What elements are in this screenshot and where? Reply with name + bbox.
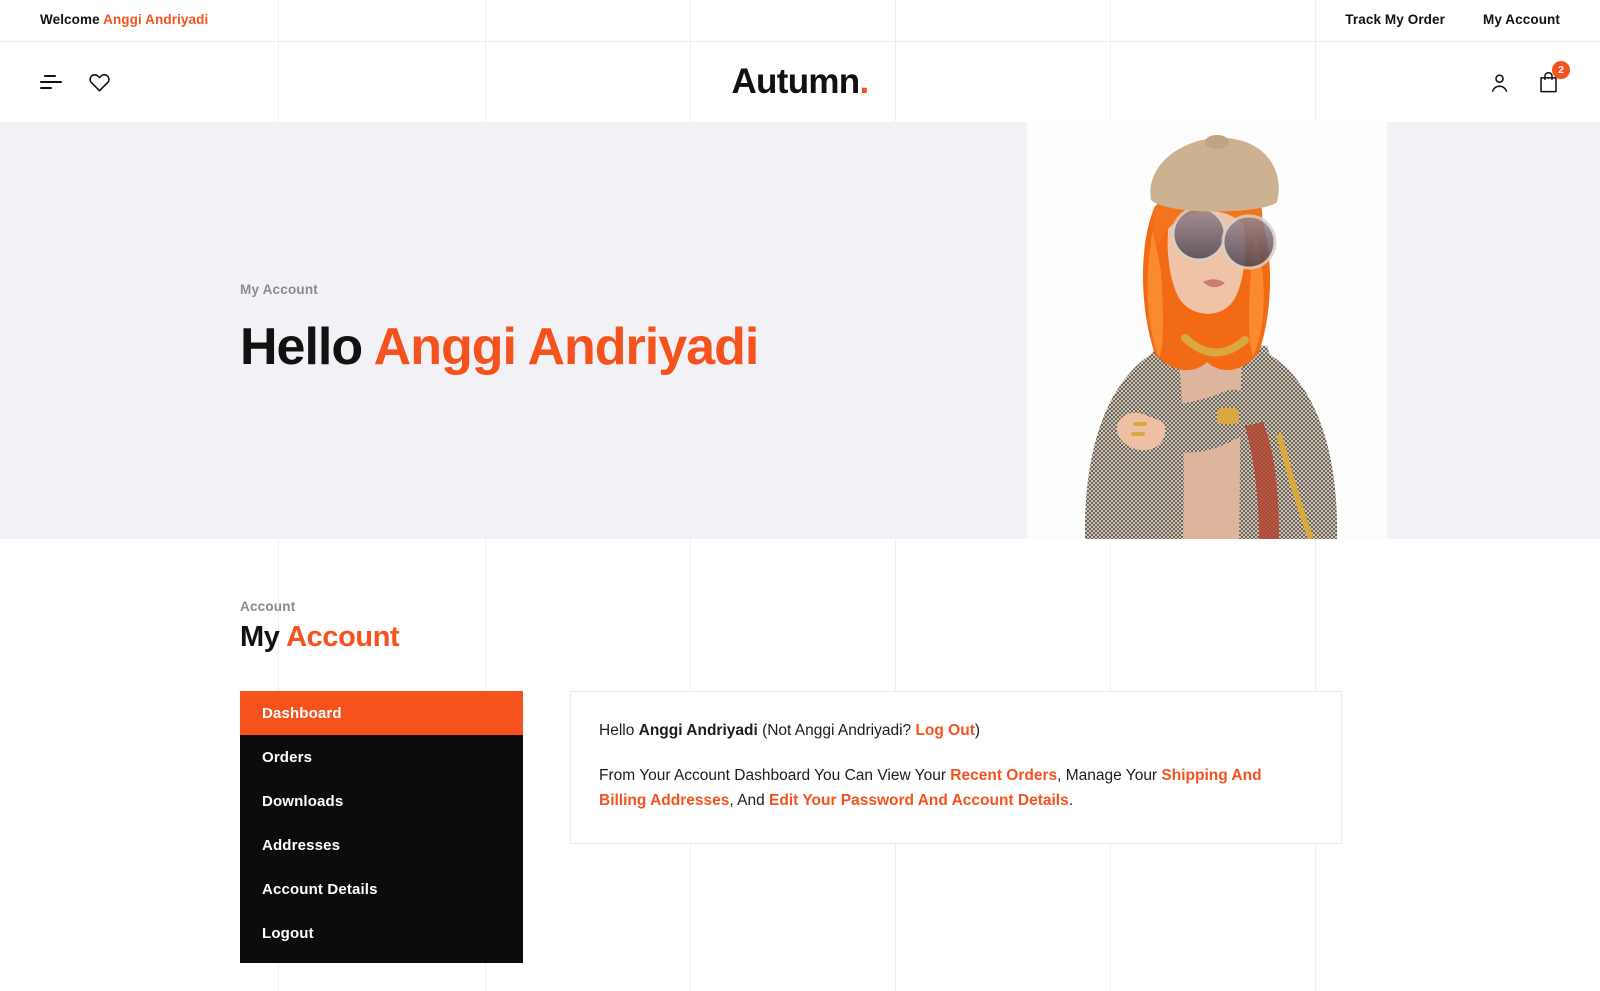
hero-greeting: Hello xyxy=(240,318,363,376)
welcome-username: Anggi Andriyadi xyxy=(103,12,209,27)
sidebar-item-account-details[interactable]: Account Details xyxy=(240,867,523,911)
track-my-order-link[interactable]: Track My Order xyxy=(1345,12,1445,27)
top-links: Track My Order My Account xyxy=(1345,12,1560,27)
cart-count-badge: 2 xyxy=(1552,61,1570,79)
greeting-username: Anggi Andriyadi xyxy=(638,722,758,739)
logo-dot: . xyxy=(859,62,869,101)
my-account-link[interactable]: My Account xyxy=(1483,12,1560,27)
greeting-not-you: (Not Anggi Andriyadi? xyxy=(757,722,916,739)
edit-password-account-details-link[interactable]: Edit Your Password And Account Details xyxy=(769,792,1069,809)
sidebar-item-addresses[interactable]: Addresses xyxy=(240,823,523,867)
account-title-accent: Account xyxy=(286,621,400,653)
dashboard-description-line: From Your Account Dashboard You Can View… xyxy=(599,763,1313,813)
account-section: Account My Account Dashboard Orders Down… xyxy=(0,539,1600,991)
greeting-close-paren: ) xyxy=(974,722,981,739)
sidebar-item-downloads[interactable]: Downloads xyxy=(240,779,523,823)
user-icon[interactable] xyxy=(1488,71,1511,94)
hero-title: Hello Anggi Andriyadi xyxy=(240,318,760,376)
dashboard-panel: Hello Anggi Andriyadi (Not Anggi Andriya… xyxy=(570,691,1342,845)
recent-orders-link[interactable]: Recent Orders xyxy=(950,767,1057,784)
logo-text: Autumn xyxy=(731,62,860,101)
top-utility-bar: Welcome Anggi Andriyadi Track My Order M… xyxy=(0,0,1600,42)
desc-part-1: From Your Account Dashboard You Can View… xyxy=(599,767,951,785)
log-out-link[interactable]: Log Out xyxy=(915,722,974,739)
welcome-label: Welcome xyxy=(40,12,100,27)
heart-icon[interactable] xyxy=(88,71,111,93)
hero-model-photo xyxy=(1027,122,1387,539)
greeting-prefix: Hello xyxy=(599,722,639,739)
sidebar-item-dashboard[interactable]: Dashboard xyxy=(240,691,523,735)
hamburger-menu-icon[interactable] xyxy=(40,74,62,90)
sidebar-item-logout[interactable]: Logout xyxy=(240,911,523,955)
dashboard-greeting-line: Hello Anggi Andriyadi (Not Anggi Andriya… xyxy=(599,718,1313,743)
account-sidebar-nav: Dashboard Orders Downloads Addresses Acc… xyxy=(240,691,523,963)
hero-breadcrumb: My Account xyxy=(240,282,319,297)
account-breadcrumb: Account xyxy=(240,599,296,614)
desc-part-3: , And xyxy=(729,792,770,810)
account-title-plain: My xyxy=(240,621,280,653)
page-root: Welcome Anggi Andriyadi Track My Order M… xyxy=(0,0,1600,991)
header-right-icons: 2 xyxy=(1488,42,1570,122)
shopping-bag-icon[interactable]: 2 xyxy=(1537,61,1570,94)
site-header: Autumn. 2 xyxy=(0,42,1600,122)
header-left-icons xyxy=(40,42,111,122)
desc-part-4: . xyxy=(1068,792,1074,810)
hero-banner: My Account Hello Anggi Andriyadi xyxy=(0,122,1600,539)
site-logo[interactable]: Autumn. xyxy=(731,42,869,122)
hero-username: Anggi Andriyadi xyxy=(373,318,760,376)
welcome-message: Welcome Anggi Andriyadi xyxy=(40,12,208,27)
hero-copy: My Account Hello Anggi Andriyadi xyxy=(240,282,760,376)
desc-part-2: , Manage Your xyxy=(1057,767,1162,785)
account-page-title: My Account xyxy=(240,621,400,654)
sidebar-item-orders[interactable]: Orders xyxy=(240,735,523,779)
